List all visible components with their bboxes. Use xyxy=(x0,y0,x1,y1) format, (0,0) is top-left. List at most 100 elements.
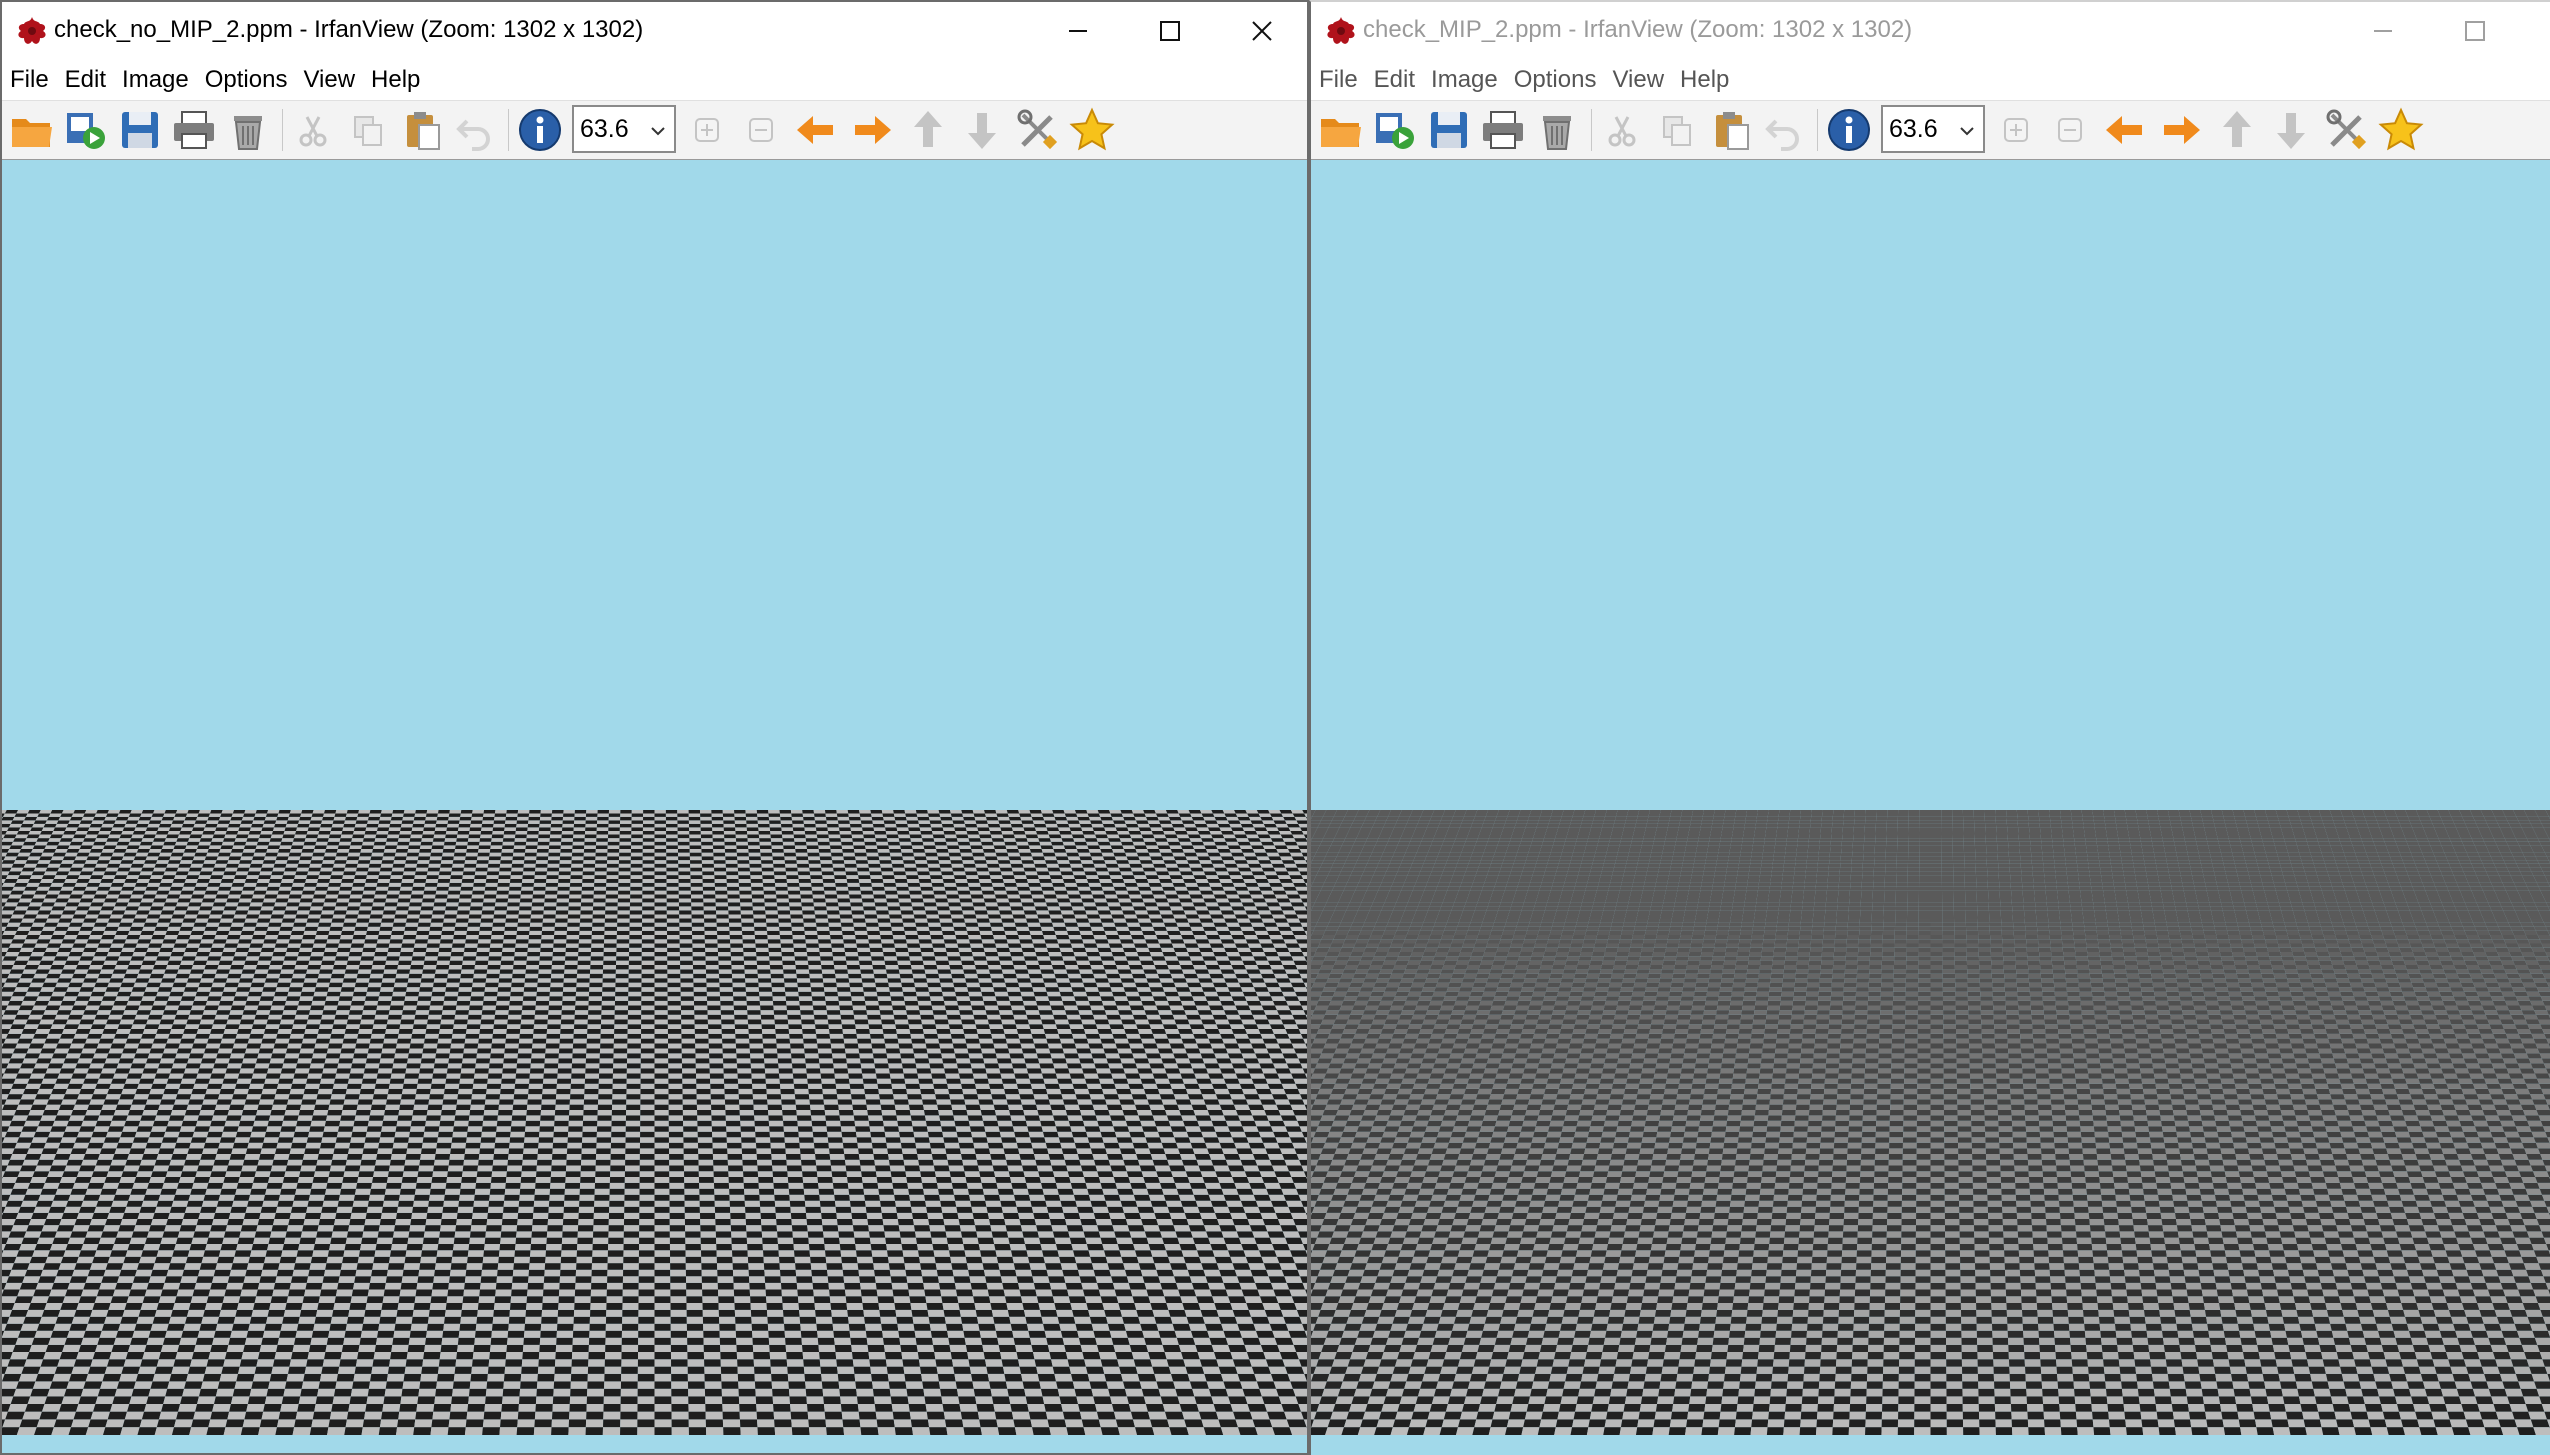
slideshow-button[interactable] xyxy=(62,107,110,153)
checker-tile xyxy=(976,1316,995,1324)
checker-tile xyxy=(1002,1366,1022,1374)
checker-tile xyxy=(440,1218,457,1226)
checker-tile xyxy=(1128,1177,1146,1183)
first-image-button[interactable] xyxy=(904,107,952,153)
checker-tile xyxy=(57,1309,77,1317)
checker-tile xyxy=(383,1194,400,1201)
checker-tile xyxy=(788,1182,804,1189)
delete-button[interactable] xyxy=(224,107,272,153)
checker-tile xyxy=(969,1366,988,1374)
checker-tile xyxy=(845,1296,863,1304)
checker-tile xyxy=(83,1381,103,1389)
maximize-button[interactable] xyxy=(1124,2,1216,60)
checker-tile xyxy=(980,1177,997,1183)
zoom-combobox[interactable]: 63.6 xyxy=(572,105,676,153)
checker-tile xyxy=(517,1212,534,1219)
menu-view[interactable]: View xyxy=(303,66,355,94)
print-button[interactable] xyxy=(170,107,218,153)
checker-tile xyxy=(306,1359,325,1367)
checker-tile xyxy=(1025,1316,1044,1324)
checker-tile xyxy=(63,1250,82,1257)
next-image-button[interactable] xyxy=(848,107,896,153)
checker-tile xyxy=(228,1212,246,1219)
close-button[interactable] xyxy=(1216,2,1307,60)
checker-tile xyxy=(191,1182,209,1189)
checker-tile xyxy=(654,1303,671,1310)
menu-options[interactable]: Options xyxy=(205,66,288,94)
checker-tile xyxy=(591,1276,608,1283)
checker-tile xyxy=(1002,1282,1020,1290)
checker-tile xyxy=(1128,1282,1147,1290)
checker-tile xyxy=(272,1218,290,1226)
menu-file[interactable]: File xyxy=(10,66,49,94)
checker-tile xyxy=(670,1316,687,1324)
checker-tile xyxy=(443,1323,461,1331)
slideshow-icon xyxy=(67,113,105,149)
checker-tile xyxy=(852,1225,870,1232)
checker-tile xyxy=(776,1225,793,1232)
cut-button[interactable] xyxy=(290,107,338,153)
checker-tile xyxy=(1032,1427,1051,1435)
checker-tile xyxy=(970,1200,987,1207)
menu-image[interactable]: Image xyxy=(122,66,189,94)
irfanview-window-no-mip[interactable]: check_no_MIP_2.ppm - IrfanView (Zoom: 13… xyxy=(0,0,1309,1455)
checker-tile xyxy=(804,1200,821,1207)
checker-tile xyxy=(922,1381,941,1389)
checker-tile xyxy=(197,1165,214,1172)
checker-tile xyxy=(230,1330,249,1338)
checker-tile xyxy=(774,1194,790,1201)
copy-button[interactable] xyxy=(344,107,392,153)
checker-tile xyxy=(716,1256,733,1264)
undo-button[interactable] xyxy=(452,107,500,153)
info-button[interactable] xyxy=(516,107,564,153)
checker-tile xyxy=(1078,1212,1096,1219)
properties-button[interactable] xyxy=(1014,107,1062,153)
checker-tile xyxy=(588,1352,606,1360)
checker-tile xyxy=(1214,1256,1233,1264)
checker-tile xyxy=(1256,1243,1275,1251)
checker-tile xyxy=(1091,1323,1110,1331)
checker-tile xyxy=(889,1269,907,1277)
checker-tile xyxy=(114,1237,132,1244)
checker-tile xyxy=(965,1256,983,1264)
checker-tile xyxy=(702,1316,720,1324)
checker-tile xyxy=(654,1182,670,1189)
checker-tile xyxy=(127,1403,147,1412)
checker-tile xyxy=(109,1206,127,1213)
menu-edit[interactable]: Edit xyxy=(65,66,106,94)
menu-help[interactable]: Help xyxy=(371,66,420,94)
checker-tile xyxy=(356,1182,373,1189)
checker-tile xyxy=(705,1419,724,1428)
checker-tile xyxy=(861,1171,877,1178)
zoom-out-button[interactable] xyxy=(737,107,785,153)
checker-tile xyxy=(1057,1316,1076,1324)
save-button[interactable] xyxy=(116,107,164,153)
checker-tile xyxy=(71,1366,91,1374)
checker-tile xyxy=(1015,1269,1033,1277)
title-bar[interactable]: check_no_MIP_2.ppm - IrfanView (Zoom: 13… xyxy=(2,2,1307,60)
checker-tile xyxy=(671,1381,689,1389)
checker-tile xyxy=(218,1194,236,1201)
checker-tile xyxy=(447,1165,464,1172)
checker-tile xyxy=(1117,1188,1134,1195)
checker-tile xyxy=(254,1296,273,1304)
checker-tile xyxy=(713,1159,729,1166)
checker-tile xyxy=(654,1344,671,1353)
checker-tile xyxy=(396,1309,414,1317)
checker-tile xyxy=(95,1344,114,1353)
zoom-in-button[interactable] xyxy=(683,107,731,153)
checker-tile xyxy=(146,1396,166,1404)
paste-button[interactable] xyxy=(398,107,446,153)
checker-tile xyxy=(1227,1165,1245,1172)
checker-tile xyxy=(44,1396,65,1404)
last-image-button[interactable] xyxy=(958,107,1006,153)
checker-tile xyxy=(1291,1296,1307,1304)
checker-tile xyxy=(370,1182,387,1189)
favorites-button[interactable] xyxy=(1068,107,1116,153)
checker-tile xyxy=(687,1330,704,1338)
image-viewport[interactable] xyxy=(2,160,1307,1453)
previous-image-button[interactable] xyxy=(792,107,840,153)
minimize-button[interactable] xyxy=(1032,2,1124,60)
open-button[interactable] xyxy=(8,107,56,153)
checker-tile xyxy=(719,1323,736,1331)
